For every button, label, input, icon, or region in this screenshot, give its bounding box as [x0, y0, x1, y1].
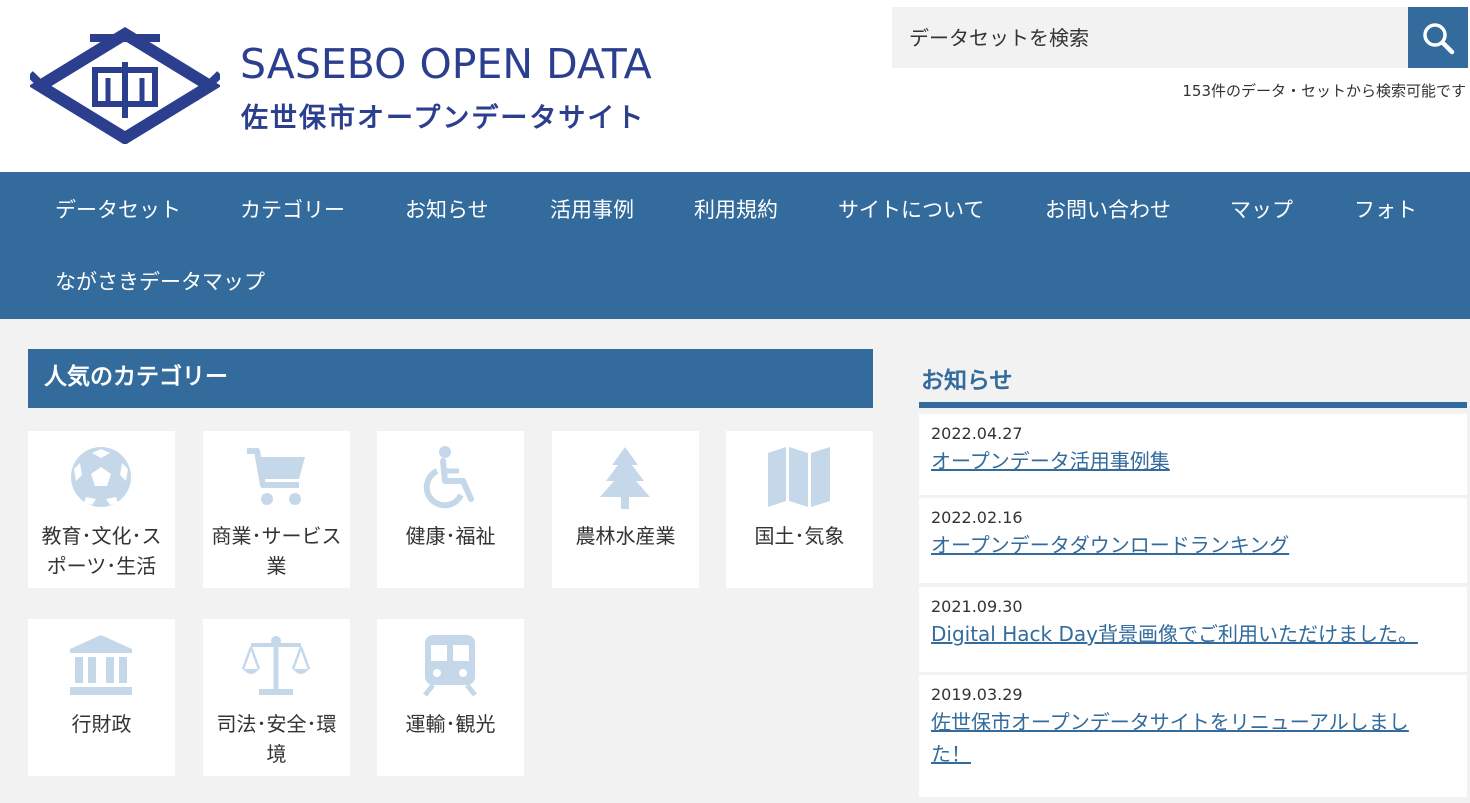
- wheelchair-icon: [423, 446, 474, 509]
- category-tile-transport[interactable]: 運輸･観光: [377, 619, 524, 776]
- category-tile-justice[interactable]: 司法･安全･環境: [203, 619, 350, 776]
- category-tile-health[interactable]: 健康･福祉: [377, 431, 524, 588]
- news-item: 2021.09.30 Digital Hack Day背景画像でご利用いただけま…: [919, 587, 1467, 672]
- news-item: 2019.03.29 佐世保市オープンデータサイトをリニューアルしました！: [919, 675, 1467, 797]
- logo-title-ja[interactable]: 佐世保市オープンデータサイト: [241, 96, 645, 135]
- news-link[interactable]: オープンデータダウンロードランキング: [931, 529, 1467, 561]
- search-button[interactable]: [1408, 7, 1468, 68]
- tree-icon: [600, 447, 650, 509]
- category-label: 農林水産業: [575, 524, 676, 548]
- news-link[interactable]: 佐世保市オープンデータサイトをリニューアルしました！: [931, 706, 1467, 770]
- category-tile-commerce[interactable]: 商業･サービス業: [203, 431, 350, 588]
- news-divider: [919, 402, 1467, 408]
- category-label: 健康･福祉: [405, 524, 496, 548]
- category-label: 行財政: [71, 712, 132, 736]
- category-label: 教育･文化･スポーツ･生活: [41, 524, 162, 578]
- search-input[interactable]: [892, 7, 1408, 68]
- category-label: 国土･気象: [754, 524, 845, 548]
- nav-item-photo[interactable]: フォト: [1354, 194, 1417, 224]
- nav-item-nagasaki-data-map[interactable]: ながさきデータマップ: [55, 266, 265, 296]
- nav-item-map[interactable]: マップ: [1230, 194, 1293, 224]
- news-link[interactable]: オープンデータ活用事例集: [931, 445, 1467, 477]
- news-date: 2019.03.29: [931, 685, 1023, 704]
- train-icon: [423, 635, 477, 697]
- map-icon: [768, 447, 830, 507]
- nav-item-datasets[interactable]: データセット: [55, 194, 181, 224]
- nav-item-about[interactable]: サイトについて: [838, 194, 984, 224]
- category-label: 運輸･観光: [405, 712, 496, 736]
- soccer-ball-icon: [71, 447, 131, 507]
- main-nav: データセット カテゴリー お知らせ 活用事例 利用規約 サイトについて お問い合…: [0, 172, 1470, 319]
- popular-categories-heading: 人気のカテゴリー: [28, 349, 873, 408]
- city-emblem-icon[interactable]: [30, 26, 220, 144]
- news-heading: お知らせ: [921, 368, 1013, 394]
- site-header: SASEBO OPEN DATA 佐世保市オープンデータサイト 153件のデータ…: [0, 0, 1470, 172]
- news-date: 2021.09.30: [931, 597, 1023, 616]
- nav-item-use-cases[interactable]: 活用事例: [550, 194, 634, 224]
- search-icon: [1423, 22, 1455, 54]
- nav-item-news[interactable]: お知らせ: [405, 194, 489, 224]
- news-link[interactable]: Digital Hack Day背景画像でご利用いただけました。: [931, 618, 1467, 650]
- category-tile-land-weather[interactable]: 国土･気象: [726, 431, 873, 588]
- category-label: 商業･サービス業: [211, 524, 342, 578]
- nav-item-contact[interactable]: お問い合わせ: [1045, 194, 1171, 224]
- logo-title-en[interactable]: SASEBO OPEN DATA: [240, 40, 652, 88]
- category-tile-education[interactable]: 教育･文化･スポーツ･生活: [28, 431, 175, 588]
- category-tile-administration[interactable]: 行財政: [28, 619, 175, 776]
- main-content: 人気のカテゴリー 教育･文化･スポーツ･生活 商業･サービス業 健康･福祉 農林…: [0, 319, 1470, 803]
- government-building-icon: [70, 635, 132, 695]
- search-count-note: 153件のデータ・セットから検索可能です: [1182, 82, 1466, 100]
- nav-item-categories[interactable]: カテゴリー: [240, 194, 345, 224]
- news-item: 2022.04.27 オープンデータ活用事例集: [919, 414, 1467, 495]
- news-item: 2022.02.16 オープンデータダウンロードランキング: [919, 498, 1467, 583]
- category-tile-agriculture[interactable]: 農林水産業: [552, 431, 699, 588]
- shopping-cart-icon: [247, 448, 305, 505]
- category-label: 司法･安全･環境: [216, 712, 337, 766]
- news-date: 2022.04.27: [931, 424, 1023, 443]
- scales-icon: [241, 636, 311, 695]
- nav-item-terms[interactable]: 利用規約: [694, 194, 778, 224]
- news-date: 2022.02.16: [931, 508, 1023, 527]
